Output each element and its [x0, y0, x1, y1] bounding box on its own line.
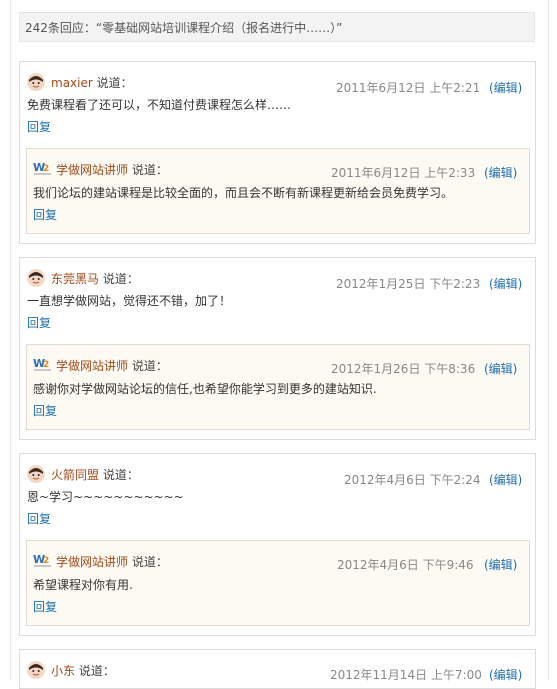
reply-link[interactable]: 回复: [33, 206, 57, 223]
comment-date[interactable]: 2012年1月26日 下午8:36: [331, 360, 475, 377]
site-logo-icon: W2: [33, 356, 53, 374]
comment-item: 东莞黑马 说道： 2012年1月25日 下午2:23 (编辑) 一直想学做网站，…: [19, 257, 536, 440]
comment-date[interactable]: 2011年6月12日 上午2:21: [336, 79, 480, 96]
svg-text:2: 2: [43, 556, 49, 566]
edit-link[interactable]: (编辑): [489, 666, 522, 683]
reply-link[interactable]: 回复: [27, 510, 51, 527]
comment-item: 小东 说道： 2012年11月14日 上午7:00 (编辑): [19, 649, 536, 689]
comment-author: 学做网站讲师 说道：: [56, 359, 168, 373]
svg-text:2: 2: [43, 164, 49, 174]
edit-link[interactable]: (编辑): [484, 360, 517, 377]
author-name[interactable]: 小东: [51, 664, 75, 678]
author-name[interactable]: 学做网站讲师: [56, 555, 128, 569]
comment-author: 东莞黑马 说道：: [51, 272, 139, 286]
author-name[interactable]: 火箭同盟: [51, 468, 99, 482]
comment-text: 免费课程看了还可以，不知道付费课程怎么样……: [27, 98, 292, 112]
comment-author: 学做网站讲师 说道：: [56, 555, 168, 569]
comment-date[interactable]: 2012年4月6日 下午2:24: [344, 471, 481, 488]
avatar: [27, 73, 45, 91]
comment-item: maxier 说道： 2011年6月12日 上午2:21 (编辑) 免费课程看了…: [19, 61, 536, 244]
comment-text: 恩~学习~~~~~~~~~~~: [27, 490, 184, 504]
reply-link[interactable]: 回复: [33, 402, 57, 419]
comment-text: 我们论坛的建站课程是比较全面的，而且会不断有新课程更新给会员免费学习。: [33, 186, 454, 200]
site-logo-icon: W2: [33, 160, 53, 178]
site-logo-icon: W2: [33, 552, 53, 570]
comment-author: maxier 说道：: [51, 76, 133, 90]
author-name[interactable]: 学做网站讲师: [56, 163, 128, 177]
avatar: [27, 465, 45, 483]
comment-text: 希望课程对你有用.: [33, 578, 133, 592]
edit-link[interactable]: (编辑): [484, 164, 517, 181]
child-comment: W2 学做网站讲师 说道： 2011年6月12日 上午2:33 (编辑) 我们论…: [26, 148, 530, 234]
comment-text: 感谢你对学做网站论坛的信任,也希望你能学习到更多的建站知识.: [33, 382, 377, 396]
author-name[interactable]: 学做网站讲师: [56, 359, 128, 373]
author-name[interactable]: 东莞黑马: [51, 272, 99, 286]
reply-link[interactable]: 回复: [33, 598, 57, 615]
comment-date[interactable]: 2012年4月6日 下午9:46: [337, 556, 474, 573]
edit-link[interactable]: (编辑): [489, 275, 522, 292]
author-name[interactable]: maxier: [51, 76, 93, 90]
comment-date[interactable]: 2012年1月25日 下午2:23: [336, 275, 480, 292]
comment-author: 火箭同盟 说道：: [51, 468, 139, 482]
comment-item: 火箭同盟 说道： 2012年4月6日 下午2:24 (编辑) 恩~学习~~~~~…: [19, 453, 536, 636]
reply-link[interactable]: 回复: [27, 118, 51, 135]
svg-text:2: 2: [43, 360, 49, 370]
child-comment: W2 学做网站讲师 说道： 2012年4月6日 下午9:46 (编辑) 希望课程…: [26, 540, 530, 626]
comment-date[interactable]: 2012年11月14日 上午7:00: [330, 666, 482, 683]
edit-link[interactable]: (编辑): [489, 471, 522, 488]
comment-author: 学做网站讲师 说道：: [56, 163, 168, 177]
edit-link[interactable]: (编辑): [489, 79, 522, 96]
child-comment: W2 学做网站讲师 说道： 2012年1月26日 下午8:36 (编辑) 感谢你…: [26, 344, 530, 430]
comment-text: 一直想学做网站，觉得还不错，加了！: [27, 294, 232, 308]
avatar: [27, 269, 45, 287]
edit-link[interactable]: (编辑): [484, 556, 517, 573]
comments-count-header: 242条回应：“零基础网站培训课程介绍（报名进行中……）”: [19, 12, 535, 42]
avatar: [27, 661, 45, 679]
comment-date[interactable]: 2011年6月12日 上午2:33: [331, 164, 475, 181]
comments-title: 242条回应：“零基础网站培训课程介绍（报名进行中……）”: [25, 21, 343, 35]
reply-link[interactable]: 回复: [27, 314, 51, 331]
